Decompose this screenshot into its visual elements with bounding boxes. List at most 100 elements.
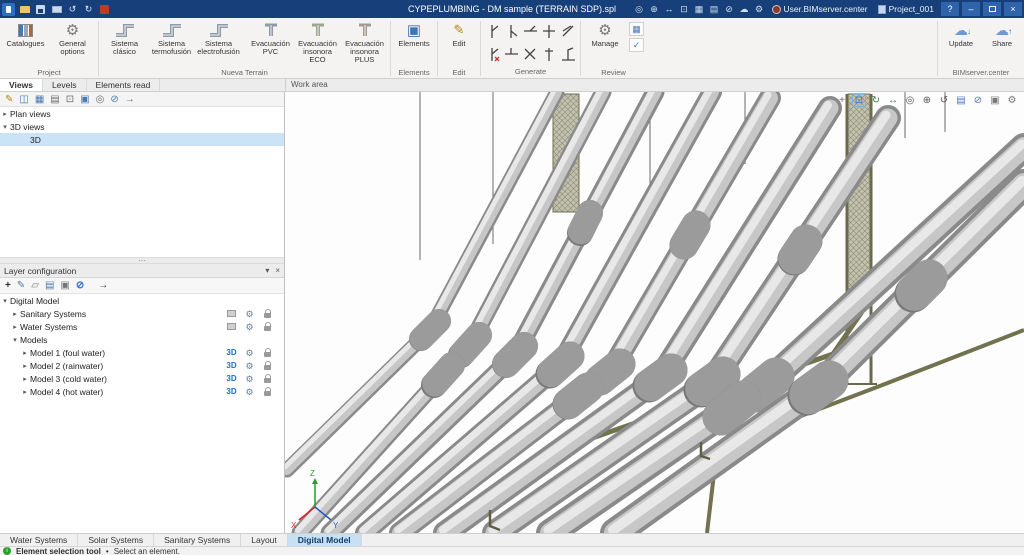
system-view-icon[interactable] [227, 323, 236, 330]
measure-icon[interactable]: + [835, 94, 849, 107]
screen-layer-icon[interactable]: ▣ [60, 280, 69, 291]
review-check-button[interactable]: ✓ [629, 38, 644, 52]
sync-icon[interactable]: ☁ [738, 3, 751, 15]
chevron-right-icon[interactable]: ▸ [20, 362, 30, 370]
layer-settings-icon[interactable]: ⚙ [243, 322, 256, 332]
layer-settings-icon[interactable]: ⚙ [243, 374, 256, 384]
layer-item-digital-model[interactable]: ▾ Digital Model [0, 294, 284, 307]
close-panel-icon[interactable]: × [275, 266, 280, 275]
tab-elements-read[interactable]: Elements read [87, 79, 161, 91]
new-window-icon[interactable]: ◫ [19, 94, 28, 105]
generate-branch-up-icon[interactable] [485, 24, 501, 40]
help-button[interactable]: ? [941, 2, 959, 16]
layer-settings-icon[interactable]: ⚙ [243, 361, 256, 371]
undo-icon[interactable]: ↺ [66, 3, 79, 15]
disable-layer-icon[interactable]: ⊘ [76, 280, 84, 291]
manage-button[interactable]: ⚙ Manage [583, 19, 627, 67]
chevron-down-icon[interactable]: ▾ [10, 336, 20, 344]
grid-view-icon[interactable]: ▦ [35, 94, 44, 105]
tree-item-plan-views[interactable]: ▸ Plan views [0, 107, 284, 120]
zoom-extents-icon[interactable]: ⊕ [920, 94, 934, 107]
pan-view-icon[interactable]: ↔ [886, 94, 900, 107]
copy-layer-icon[interactable]: ▱ [31, 280, 39, 291]
review-grid-button[interactable]: ▦ [629, 22, 644, 36]
sistema-termofusion-button[interactable]: Sistema termofusión [148, 19, 195, 67]
previous-view-icon[interactable]: ↺ [937, 94, 951, 107]
tab-sanitary-systems[interactable]: Sanitary Systems [154, 534, 241, 546]
generate-delete-branch-icon[interactable] [485, 47, 501, 63]
hide-view-icon[interactable]: ⊘ [110, 94, 118, 105]
close-button[interactable]: × [1004, 2, 1022, 16]
layer-item-sanitary-systems[interactable]: ▸ Sanitary Systems ⚙ [0, 307, 284, 320]
3d-badge[interactable]: 3D [225, 348, 238, 357]
3d-badge[interactable]: 3D [225, 387, 238, 396]
lock-icon[interactable] [264, 313, 271, 318]
edit-layer-icon[interactable]: ✎ [17, 280, 25, 291]
tab-water-systems[interactable]: Water Systems [0, 534, 78, 546]
layers-config-icon[interactable]: ▤ [45, 280, 54, 291]
orbit-icon[interactable]: ↻ [869, 94, 883, 107]
save-icon[interactable] [34, 3, 47, 15]
update-button[interactable]: ☁↓ Update [940, 19, 982, 67]
general-options-button[interactable]: ⚙ General options [49, 19, 96, 67]
tab-levels[interactable]: Levels [43, 79, 87, 91]
open-icon[interactable] [18, 3, 31, 15]
layer-item-water-systems[interactable]: ▸ Water Systems ⚙ [0, 320, 284, 333]
view-settings-icon[interactable]: ⚙ [1005, 94, 1019, 107]
redraw-icon[interactable]: ◎ [633, 3, 646, 15]
pan-icon[interactable]: ↔ [663, 3, 676, 15]
layer-item-model-2[interactable]: ▸ Model 2 (rainwater) 3D ⚙ [0, 359, 284, 372]
elements-button[interactable]: ▣ Elements [393, 19, 435, 67]
generate-collector-icon[interactable] [561, 47, 577, 63]
user-chip[interactable]: User.BIMserver.center [768, 4, 872, 14]
layer-settings-icon[interactable]: ⚙ [243, 387, 256, 397]
layer-settings-icon[interactable]: ⚙ [243, 348, 256, 358]
evacuacion-insonora-eco-button[interactable]: Evacuación insonora ECO [294, 19, 341, 67]
chevron-down-icon[interactable]: ▾ [0, 123, 10, 131]
hide-icon[interactable]: ⊘ [723, 3, 736, 15]
evacuacion-pvc-button[interactable]: Evacuación PVC [247, 19, 294, 67]
evacuacion-insonora-plus-button[interactable]: Evacuación insonora PLUS [341, 19, 388, 67]
view-layers-icon[interactable]: ▤ [954, 94, 968, 107]
system-view-icon[interactable] [227, 310, 236, 317]
recent-icon[interactable] [98, 3, 111, 15]
screen-view-icon[interactable]: ▣ [80, 94, 89, 105]
sistema-clasico-button[interactable]: Sistema clásico [101, 19, 148, 67]
views-list-icon[interactable]: ▤ [50, 94, 59, 105]
generate-junction-icon[interactable] [523, 24, 539, 40]
lock-icon[interactable] [264, 326, 271, 331]
generate-tee-icon[interactable] [504, 47, 520, 63]
panel-splitter[interactable]: ⋯ [0, 257, 284, 264]
hide-elements-icon[interactable]: ⊘ [971, 94, 985, 107]
tab-views[interactable]: Views [0, 79, 43, 91]
chevron-right-icon[interactable]: ▸ [10, 310, 20, 318]
minimize-button[interactable]: – [962, 2, 980, 16]
layer-item-model-3[interactable]: ▸ Model 3 (cold water) 3D ⚙ [0, 372, 284, 385]
tree-item-3d-views[interactable]: ▾ 3D views [0, 120, 284, 133]
layer-settings-icon[interactable]: ⚙ [243, 309, 256, 319]
tab-solar-systems[interactable]: Solar Systems [78, 534, 154, 546]
layer-item-model-1[interactable]: ▸ Model 1 (foul water) 3D ⚙ [0, 346, 284, 359]
tree-item-3d[interactable]: 3D [0, 133, 284, 146]
lock-icon[interactable] [264, 365, 271, 370]
collapse-panel-icon[interactable]: ▾ [265, 266, 269, 275]
chevron-right-icon[interactable]: ▸ [20, 388, 30, 396]
chevron-right-icon[interactable]: ▸ [20, 375, 30, 383]
catalogues-button[interactable]: Catalogues [2, 19, 49, 67]
zoom-window-icon[interactable]: ⊕ [648, 3, 661, 15]
zoom-icon[interactable]: ◎ [903, 94, 917, 107]
generate-riser-icon[interactable] [542, 47, 558, 63]
frame-view-icon[interactable]: ⊡ [66, 94, 74, 105]
transfer-layer-icon[interactable]: → [98, 280, 108, 291]
sistema-electrofusion-button[interactable]: Sistema electrofusión [195, 19, 242, 67]
3d-badge[interactable]: 3D [225, 374, 238, 383]
3d-badge[interactable]: 3D [225, 361, 238, 370]
snapshot-icon[interactable]: ▣ [988, 94, 1002, 107]
selection-box-icon[interactable]: ⊡ [678, 3, 691, 15]
3d-viewport[interactable]: + ⊡ ↻ ↔ ◎ ⊕ ↺ ▤ ⊘ ▣ ⚙ [285, 92, 1024, 533]
generate-cross-icon[interactable] [542, 24, 558, 40]
layers-icon[interactable]: ▤ [708, 3, 721, 15]
project-chip[interactable]: Project_001 [874, 4, 938, 14]
transfer-view-icon[interactable]: → [125, 94, 135, 105]
chevron-right-icon[interactable]: ▸ [0, 110, 10, 118]
